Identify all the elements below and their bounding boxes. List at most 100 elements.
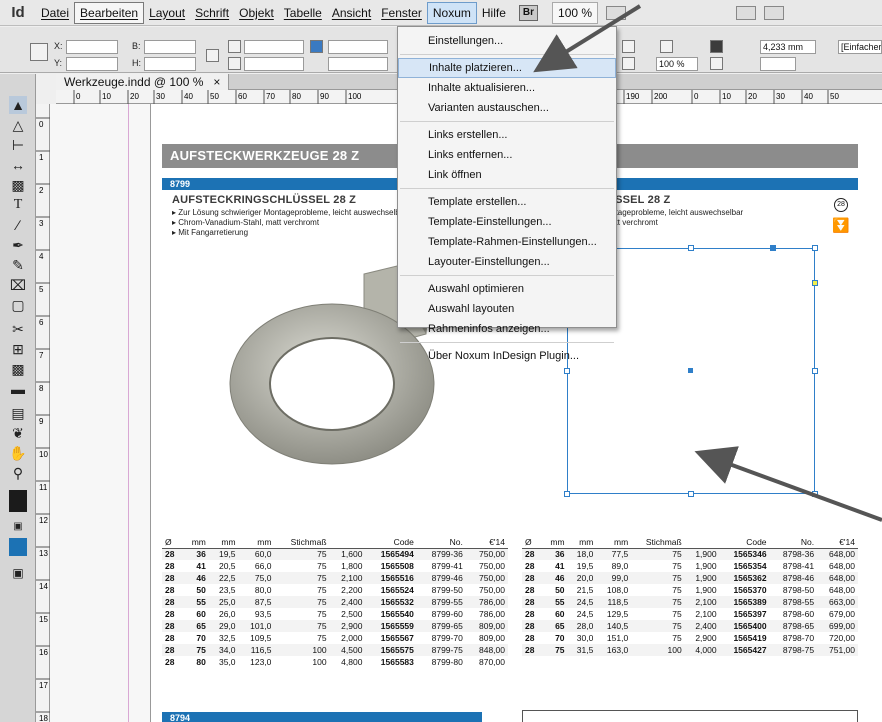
line-tool-icon[interactable]: ∕ [9,216,27,234]
menu-hilfe[interactable]: Hilfe [477,3,511,23]
fx-icon[interactable] [660,40,673,53]
stroke-weight-field[interactable]: 4,233 mm [760,40,816,54]
menu-item-auswahl-layouten[interactable]: Auswahl layouten [398,299,616,319]
gradient-swatch-tool-icon[interactable]: ▩ [9,360,27,378]
scale-y-icon[interactable] [228,57,241,70]
zoom-select[interactable]: 100 % [552,1,599,24]
frame-handle[interactable] [812,368,818,374]
normal-view-icon[interactable] [9,538,27,556]
menu-schrift[interactable]: Schrift [190,3,234,23]
selection-tool-icon[interactable]: ▲ [9,96,27,114]
scale-y-field[interactable] [244,57,304,71]
zoom-tool-icon[interactable]: ⚲ [9,464,27,482]
reference-point-icon[interactable] [30,43,48,61]
table-cell: 75 [274,572,330,584]
rectangle-tool-icon[interactable]: ▢ [9,296,27,314]
rotate-field[interactable] [328,40,388,54]
product-title: AUFSTECKRINGSCHLÜSSEL 28 Z [172,194,357,206]
menu-item-link-oeffnen[interactable]: Link öffnen [398,165,616,185]
menu-layout[interactable]: Layout [144,3,190,23]
frame-handle[interactable] [770,245,776,251]
frame-handle[interactable] [812,280,818,286]
fill-stroke-swatch-icon[interactable] [9,490,27,512]
table-cell: 8798-70 [782,633,815,643]
document-tab[interactable]: Werkzeuge.indd @ 100 % × [56,74,230,90]
note-tool-icon[interactable]: ▤ [9,404,27,422]
scale-percent-field[interactable]: 100 % [656,57,698,71]
type-tool-icon[interactable]: T [9,196,27,214]
view-options-icon[interactable] [606,5,627,20]
eyedropper-tool-icon[interactable]: ❦ [9,424,27,442]
table-row: 28 70 30,0 151,0 75 2,900 1565419 8798-70 720,00 [522,632,858,644]
fill-icon[interactable] [622,40,635,53]
menu-item-auswahl-optimieren[interactable]: Auswahl optimieren [398,279,616,299]
bridge-button[interactable]: Br [518,4,539,21]
frame-handle[interactable] [812,491,818,497]
rotate-icon[interactable] [310,40,323,53]
frame-center-point[interactable] [688,368,693,373]
arrange-documents-icon[interactable] [764,5,785,20]
menu-item-links-erstellen[interactable]: Links erstellen... [398,125,616,145]
menu-item-ueber-noxum[interactable]: Über Noxum InDesign Plugin... [398,346,616,366]
table-cell: 75 [631,572,685,584]
main-menu: Datei Bearbeiten Layout Schrift Objekt T… [36,0,785,26]
menu-bearbeiten[interactable]: Bearbeiten [74,1,145,24]
screen-mode-tool-icon[interactable]: ▣ [9,564,27,582]
menu-item-rahmeninfos-anzeigen[interactable]: Rahmeninfos anzeigen... [398,319,616,339]
menu-objekt[interactable]: Objekt [234,3,279,23]
distribute-icon[interactable] [710,57,723,70]
rectangle-frame-tool-icon[interactable]: ⌧ [9,276,27,294]
menu-item-template-rahmen-einstellungen[interactable]: Template-Rahmen-Einstellungen... [398,232,616,252]
align-icon[interactable] [710,40,723,53]
frame-handle[interactable] [564,368,570,374]
menu-item-links-entfernen[interactable]: Links entfernen... [398,145,616,165]
menu-noxum[interactable]: Noxum [426,1,477,24]
frame-handle[interactable] [564,491,570,497]
stroke-type-select[interactable] [760,57,796,71]
menu-item-varianten-austauschen[interactable]: Varianten austauschen... [398,98,616,118]
pen-tool-icon[interactable]: ✒ [9,236,27,254]
page-tool-icon[interactable]: ⊢ [9,136,27,154]
frame-handle[interactable] [812,245,818,251]
menu-item-template-erstellen[interactable]: Template erstellen... [398,192,616,212]
apply-color-icon[interactable]: ▣ [9,518,27,536]
height-field[interactable] [144,57,196,71]
menu-fenster[interactable]: Fenster [376,3,427,23]
gradient-feather-tool-icon[interactable]: ▬ [9,380,27,398]
menu-tabelle[interactable]: Tabelle [279,3,327,23]
x-field[interactable] [66,40,118,54]
content-collector-icon[interactable]: ▩ [9,176,27,194]
vertical-ruler[interactable]: 0 1 2 3 4 5 6 7 8 9 10 11 12 13 14 15 16 17 18 [36,104,50,722]
table-row: 28 75 31,5 163,0 100 4,000 1565427 8798-75 751,0… [522,644,858,656]
y-field[interactable] [66,57,118,71]
ruler-tick-label: 7 [39,351,44,360]
menu-item-layouter-einstellungen[interactable]: Layouter-Einstellungen... [398,252,616,272]
scale-x-field[interactable] [244,40,304,54]
width-field[interactable] [144,40,196,54]
gap-tool-icon[interactable]: ↔ [9,156,27,174]
menu-item-template-einstellungen[interactable]: Template-Einstellungen... [398,212,616,232]
menu-ansicht[interactable]: Ansicht [327,3,376,23]
direct-selection-tool-icon[interactable]: △ [9,116,27,134]
close-icon[interactable]: × [213,75,220,89]
app-logo: Id [11,4,25,21]
constrain-icon[interactable] [206,49,219,62]
screen-mode-icon[interactable] [736,5,757,20]
frame-handle[interactable] [688,491,694,497]
scissors-tool-icon[interactable]: ✂ [9,320,27,338]
table-cell: 35,0 [218,657,236,667]
menu-item-inhalte-platzieren[interactable]: Inhalte platzieren... [398,58,616,78]
frame-handle[interactable] [688,245,694,251]
pencil-tool-icon[interactable]: ✎ [9,256,27,274]
stroke-icon[interactable] [622,57,635,70]
object-style-select[interactable]: [Einfacher G [838,40,882,54]
shear-field[interactable] [328,57,388,71]
wrench-icon: ⏬ [832,217,850,233]
scale-x-icon[interactable] [228,40,241,53]
free-transform-tool-icon[interactable]: ⊞ [9,340,27,358]
menu-item-inhalte-aktualisieren[interactable]: Inhalte aktualisieren... [398,78,616,98]
ruler-tick-label: 18 [39,714,48,722]
menu-datei[interactable]: Datei [36,3,74,23]
menu-item-einstellungen[interactable]: Einstellungen... [398,31,616,51]
hand-tool-icon[interactable]: ✋ [9,444,27,462]
